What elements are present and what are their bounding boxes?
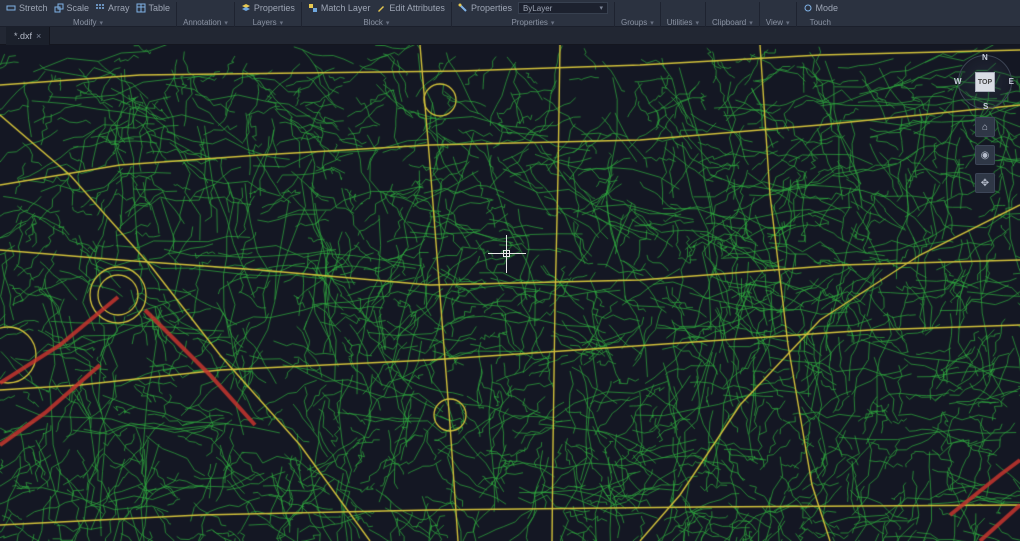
table-icon <box>136 3 146 13</box>
file-tab-label: *.dxf <box>14 31 32 41</box>
panel-touch: Mode Touch <box>797 2 845 27</box>
table-button[interactable]: Table <box>136 3 171 13</box>
viewcube-west[interactable]: W <box>954 77 962 86</box>
touch-mode-button[interactable]: Mode <box>803 3 839 13</box>
table-label: Table <box>149 3 171 13</box>
scale-icon <box>54 3 64 13</box>
layer-props-icon <box>241 3 251 13</box>
panel-block: Match Layer Edit Attributes Block▾ <box>302 2 452 27</box>
panel-title-clipboard[interactable]: Clipboard▾ <box>712 18 753 27</box>
stretch-button[interactable]: Stretch <box>6 3 48 13</box>
bylayer-combo-value: ByLayer <box>523 4 552 13</box>
properties-label: Properties <box>471 3 512 13</box>
match-icon <box>458 3 468 13</box>
nav-tools: N S E W TOP ⌂ ◉ ✥ <box>958 55 1012 193</box>
match-layer-button[interactable]: Match Layer <box>308 3 371 13</box>
close-icon[interactable]: × <box>36 31 41 41</box>
panel-title-annotation[interactable]: Annotation▾ <box>183 18 228 27</box>
viewcube-south[interactable]: S <box>983 102 988 111</box>
panel-properties: Properties ByLayer ▾ Properties▾ <box>452 2 615 27</box>
panel-title-modify[interactable]: Modify▾ <box>73 18 103 27</box>
nav-home-button[interactable]: ⌂ <box>975 117 995 137</box>
edit-attr-icon <box>376 3 386 13</box>
stretch-icon <box>6 3 16 13</box>
match-layer-icon <box>308 3 318 13</box>
viewcube-east[interactable]: E <box>1009 77 1014 86</box>
layer-properties-label: Properties <box>254 3 295 13</box>
viewcube-top-face[interactable]: TOP <box>975 72 995 92</box>
bylayer-combo[interactable]: ByLayer ▾ <box>518 2 608 14</box>
panel-groups: Groups▾ <box>615 2 661 27</box>
panel-title-block[interactable]: Block▾ <box>363 18 389 27</box>
chevron-down-icon: ▾ <box>599 4 603 12</box>
panel-title-groups[interactable]: Groups▾ <box>621 18 654 27</box>
file-tab-bar: *.dxf × <box>0 27 1020 45</box>
road-network-canvas[interactable] <box>0 45 1020 541</box>
drawing-canvas[interactable]: N S E W TOP ⌂ ◉ ✥ <box>0 45 1020 541</box>
panel-layers: Properties Layers▾ <box>235 2 302 27</box>
properties-button[interactable]: Properties <box>458 3 512 13</box>
panel-title-touch[interactable]: Touch <box>810 18 831 27</box>
nav-wheel-button[interactable]: ◉ <box>975 145 995 165</box>
array-button[interactable]: Array <box>95 3 130 13</box>
panel-modify: Stretch Scale Array Table Modify▾ <box>0 2 177 27</box>
panel-title-utilities[interactable]: Utilities▾ <box>667 18 699 27</box>
panel-title-layers[interactable]: Layers▾ <box>253 18 284 27</box>
array-label: Array <box>108 3 130 13</box>
panel-title-view[interactable]: View▾ <box>766 18 790 27</box>
ribbon: Stretch Scale Array Table Modify▾ Annota… <box>0 0 1020 27</box>
array-icon <box>95 3 105 13</box>
panel-clipboard: Clipboard▾ <box>706 2 760 27</box>
panel-view: View▾ <box>760 2 797 27</box>
touch-mode-label: Mode <box>816 3 839 13</box>
scale-button[interactable]: Scale <box>54 3 90 13</box>
viewcube[interactable]: N S E W TOP <box>958 55 1012 109</box>
stretch-label: Stretch <box>19 3 48 13</box>
viewcube-north[interactable]: N <box>982 53 988 62</box>
edit-attributes-label: Edit Attributes <box>389 3 445 13</box>
mode-icon <box>803 3 813 13</box>
edit-attributes-button[interactable]: Edit Attributes <box>376 3 445 13</box>
layer-properties-button[interactable]: Properties <box>241 3 295 13</box>
panel-title-properties[interactable]: Properties▾ <box>511 18 554 27</box>
match-layer-label: Match Layer <box>321 3 371 13</box>
nav-pan-button[interactable]: ✥ <box>975 173 995 193</box>
panel-annotation: Annotation▾ <box>177 2 235 27</box>
scale-label: Scale <box>67 3 90 13</box>
file-tab[interactable]: *.dxf × <box>6 27 50 45</box>
panel-utilities: Utilities▾ <box>661 2 706 27</box>
